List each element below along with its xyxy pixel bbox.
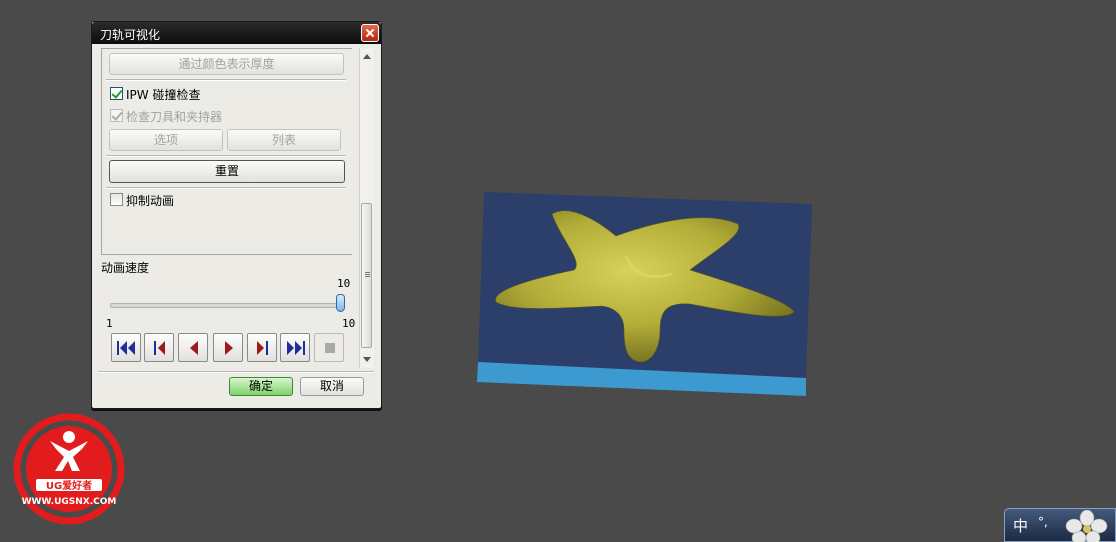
svg-text:UG爱好者: UG爱好者 (46, 479, 92, 492)
check-tool-holder-label: 检查刀具和夹持器 (126, 110, 223, 124)
ugsnx-logo: UG爱好者 WWW.UGSNX.COM (13, 413, 125, 525)
scroll-up-icon[interactable] (363, 54, 371, 59)
ipw-collision-label: IPW 碰撞检查 (126, 88, 201, 102)
play-forward-button[interactable] (213, 333, 243, 362)
ime-mode-indicator[interactable]: 中 (1013, 515, 1028, 536)
ime-toolbar[interactable]: 中 °, (1004, 508, 1116, 542)
animation-speed-label: 动画速度 (101, 261, 150, 275)
stop-button[interactable] (314, 333, 344, 362)
panel-scrollbar[interactable] (359, 48, 374, 368)
skip-to-start-button[interactable] (111, 333, 141, 362)
step-forward-icon (257, 341, 268, 355)
speed-min-label: 1 (106, 317, 113, 330)
dialog-titlebar[interactable]: 刀轨可视化 (92, 22, 381, 44)
skip-to-end-icon (287, 341, 305, 355)
step-back-icon (154, 341, 165, 355)
toolpath-visualization-dialog: 刀轨可视化 通过颜色表示厚度 IPW 碰撞检查 检查刀具和夹持器 选项 列表 重… (91, 21, 382, 409)
dialog-title: 刀轨可视化 (100, 28, 161, 42)
list-button[interactable]: 列表 (227, 129, 341, 151)
cancel-button[interactable]: 取消 (300, 377, 364, 396)
ok-button[interactable]: 确定 (229, 377, 293, 396)
play-reverse-button[interactable] (178, 333, 208, 362)
speed-slider-thumb[interactable] (336, 294, 345, 312)
punctuation-icon[interactable]: °, (1038, 515, 1048, 529)
ime-flower-icon[interactable] (1059, 510, 1115, 542)
divider (98, 371, 374, 372)
divider (106, 187, 346, 188)
thickness-by-color-button[interactable]: 通过颜色表示厚度 (109, 53, 344, 75)
skip-to-start-icon (117, 341, 135, 355)
close-icon[interactable] (361, 24, 379, 42)
stock-model[interactable] (476, 190, 816, 398)
speed-current-value: 10 (337, 277, 351, 290)
speed-max-label: 10 (342, 317, 356, 330)
ipw-collision-checkbox[interactable] (110, 87, 123, 100)
scroll-down-icon[interactable] (363, 357, 371, 362)
scroll-thumb[interactable] (361, 203, 372, 348)
divider (106, 155, 346, 156)
options-panel: 通过颜色表示厚度 IPW 碰撞检查 检查刀具和夹持器 选项 列表 重置 抑制动画 (101, 48, 352, 255)
suppress-animation-label: 抑制动画 (126, 194, 175, 208)
step-forward-button[interactable] (247, 333, 277, 362)
skip-to-end-button[interactable] (280, 333, 310, 362)
stop-icon (325, 343, 335, 353)
check-tool-holder-checkbox[interactable] (110, 109, 123, 122)
divider (106, 79, 346, 80)
svg-text:WWW.UGSNX.COM: WWW.UGSNX.COM (22, 497, 117, 507)
options-button[interactable]: 选项 (109, 129, 223, 151)
step-back-button[interactable] (144, 333, 174, 362)
play-reverse-icon (190, 341, 198, 355)
reset-button[interactable]: 重置 (109, 160, 345, 183)
suppress-animation-checkbox[interactable] (110, 193, 123, 206)
play-forward-icon (225, 341, 233, 355)
animation-speed-slider[interactable] (110, 303, 342, 308)
